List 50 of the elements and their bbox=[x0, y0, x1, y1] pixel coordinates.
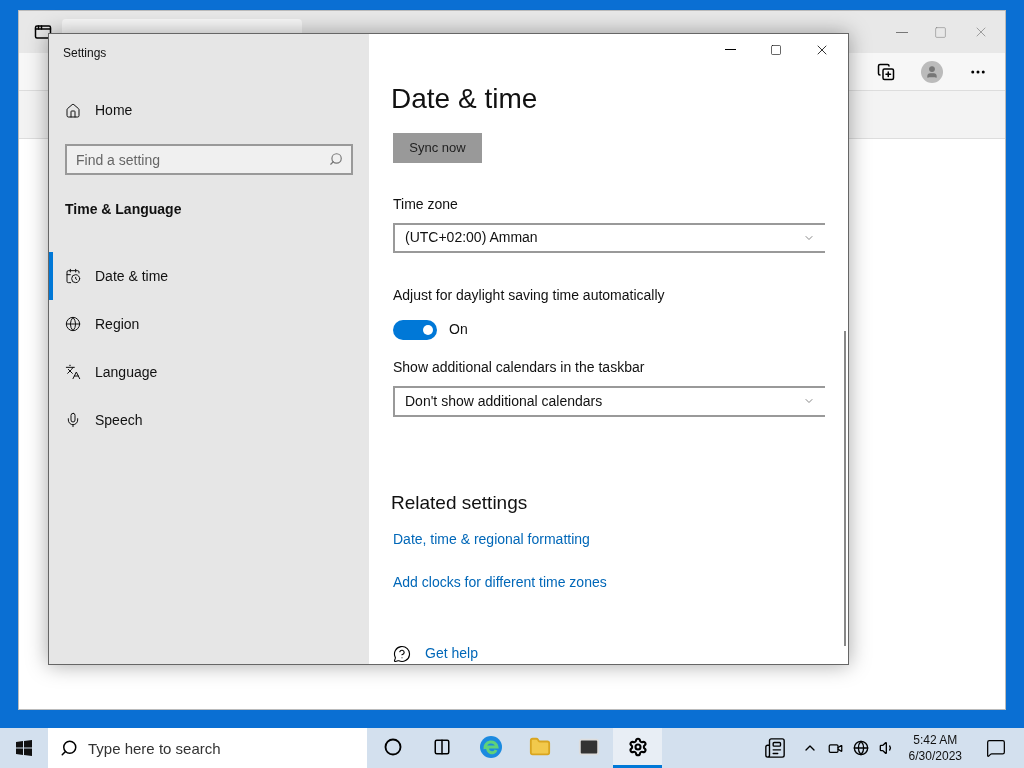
gear-icon bbox=[627, 736, 648, 757]
related-link[interactable]: Date, time & regional formatting bbox=[393, 529, 590, 550]
profile-avatar[interactable] bbox=[921, 60, 943, 83]
related-link[interactable]: Add clocks for different time zones bbox=[393, 572, 607, 593]
calendar-clock-icon bbox=[65, 268, 81, 284]
nav-item[interactable]: Region bbox=[49, 300, 369, 348]
network-globe-icon[interactable] bbox=[852, 740, 869, 756]
help-icon bbox=[393, 644, 411, 663]
browser-logo-icon bbox=[478, 734, 503, 759]
home-link[interactable]: Home bbox=[65, 100, 369, 121]
calendars-dropdown[interactable]: Don't show additional calendars bbox=[393, 386, 825, 417]
field-label: Show additional calendars in the taskbar bbox=[393, 358, 646, 378]
nav-item[interactable]: Date & time bbox=[49, 252, 369, 300]
taskbar-search-field[interactable]: Type here to search bbox=[48, 728, 367, 768]
section-heading: Related settings bbox=[391, 490, 529, 515]
scrollbar[interactable] bbox=[844, 331, 846, 646]
microphone-icon bbox=[65, 412, 81, 428]
home-icon bbox=[65, 102, 81, 119]
field-label: Time zone bbox=[393, 194, 459, 214]
sync-now-button[interactable]: Sync now bbox=[393, 133, 482, 163]
taskbar-app-button[interactable] bbox=[613, 728, 662, 768]
maximize-icon bbox=[770, 43, 782, 56]
clock-time: 5:42 AM bbox=[913, 732, 958, 748]
search-icon bbox=[60, 739, 78, 757]
page-title: Date & time bbox=[391, 85, 539, 114]
search-field[interactable]: Find a setting bbox=[65, 144, 353, 175]
globe-icon bbox=[65, 316, 81, 332]
clock[interactable]: 5:42 AM 6/30/2023 bbox=[904, 732, 966, 764]
search-icon bbox=[329, 152, 343, 166]
toggle-state: On bbox=[449, 320, 468, 340]
tab-actions-icon[interactable] bbox=[34, 23, 52, 41]
window-title: Settings bbox=[63, 45, 108, 62]
time-zone-dropdown[interactable]: (UTC+02:00) Amman bbox=[393, 222, 825, 254]
section-heading: Time & Language bbox=[65, 200, 183, 219]
folder-icon bbox=[528, 735, 551, 758]
language-icon bbox=[65, 364, 81, 380]
notifications-icon[interactable] bbox=[986, 738, 1006, 758]
get-help-link[interactable]: Get help bbox=[425, 643, 478, 664]
minimize-icon[interactable] bbox=[896, 31, 908, 33]
toggle-label: Adjust for daylight saving time automatically bbox=[393, 286, 666, 306]
toggle-switch[interactable] bbox=[393, 319, 437, 340]
circle-icon bbox=[383, 737, 402, 756]
nav-item[interactable]: Speech bbox=[49, 396, 369, 444]
windows-logo-icon bbox=[16, 740, 32, 756]
collections-icon[interactable] bbox=[877, 62, 895, 81]
clock-date: 6/30/2023 bbox=[908, 748, 962, 764]
minimize-icon bbox=[724, 49, 736, 51]
nav-item[interactable]: Language bbox=[49, 348, 369, 396]
task-view-icon bbox=[432, 737, 451, 756]
news-icon[interactable] bbox=[763, 737, 786, 759]
